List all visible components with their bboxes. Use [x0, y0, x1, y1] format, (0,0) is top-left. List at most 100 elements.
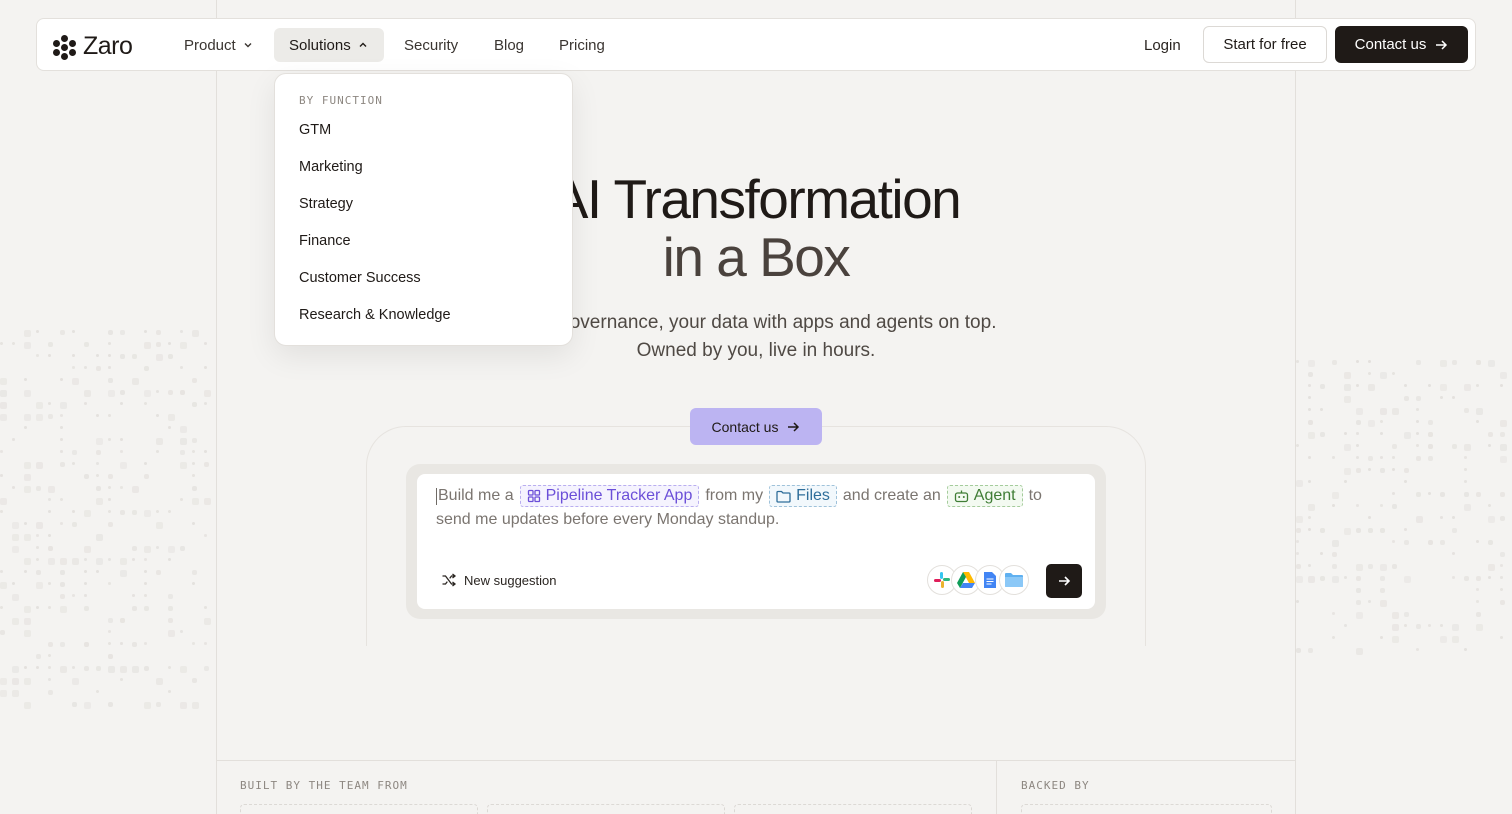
decorative-dot: [120, 462, 127, 469]
decorative-dot: [1404, 528, 1407, 531]
decorative-dot: [60, 498, 63, 501]
decorative-dot: [96, 498, 103, 505]
decorative-dot: [168, 342, 171, 345]
decorative-dot: [1440, 624, 1443, 627]
decorative-dot: [48, 546, 53, 551]
decorative-dot: [1464, 468, 1467, 471]
decorative-dot: [1356, 408, 1363, 415]
decorative-dot: [36, 522, 43, 529]
menu-item-gtm[interactable]: GTM: [299, 122, 331, 138]
nav-product[interactable]: Product: [169, 28, 269, 62]
decorative-dot: [120, 666, 127, 673]
decorative-dot: [180, 450, 185, 455]
decorative-dot: [36, 534, 39, 537]
decorative-dot: [1308, 504, 1315, 511]
decorative-dot: [1500, 552, 1505, 557]
decorative-dot: [192, 702, 199, 709]
menu-item-finance[interactable]: Finance: [299, 233, 351, 249]
decorative-dot: [1404, 612, 1409, 617]
decorative-dot: [168, 354, 173, 359]
decorative-dot: [0, 414, 7, 421]
decorative-dot: [1428, 456, 1433, 461]
decorative-dot: [1344, 396, 1351, 403]
decorative-dot: [1488, 564, 1495, 571]
decorative-dot: [1368, 600, 1371, 603]
decorative-dot: [1404, 432, 1411, 439]
decorative-dot: [168, 606, 173, 611]
decorative-dot: [1488, 516, 1495, 523]
nav-security[interactable]: Security: [389, 28, 473, 62]
decorative-dot: [24, 390, 31, 397]
solutions-dropdown-menu: BY FUNCTION GTM Marketing Strategy Finan…: [274, 73, 573, 346]
send-button[interactable]: [1046, 564, 1082, 598]
nav-solutions[interactable]: Solutions: [274, 28, 384, 62]
decorative-dot: [192, 438, 197, 443]
decorative-dot: [1416, 432, 1419, 435]
decorative-dot: [180, 666, 187, 673]
menu-item-marketing[interactable]: Marketing: [299, 159, 363, 175]
decorative-dot: [144, 546, 151, 553]
nav-pricing[interactable]: Pricing: [544, 28, 620, 62]
decorative-dot: [1296, 576, 1303, 583]
decorative-dot: [1500, 384, 1503, 387]
decorative-dot: [84, 606, 89, 611]
decorative-dot: [12, 522, 19, 529]
decorative-dot: [48, 498, 51, 501]
decorative-dot: [1320, 408, 1323, 411]
decorative-dot: [1296, 540, 1299, 543]
company-logo-slot: [240, 804, 478, 814]
decorative-dot: [0, 606, 3, 609]
decorative-dot: [24, 534, 31, 541]
menu-item-strategy[interactable]: Strategy: [299, 196, 353, 212]
decorative-dot: [108, 498, 111, 501]
decorative-dot: [60, 438, 63, 441]
frame-line-left: [216, 0, 217, 814]
prompt-input[interactable]: Build me a Pipeline Tracker App from my …: [417, 474, 1095, 609]
decorative-dot: [1476, 384, 1479, 387]
menu-item-research-knowledge[interactable]: Research & Knowledge: [299, 307, 451, 323]
nav-contact-button[interactable]: Contact us: [1335, 26, 1468, 63]
decorative-dot: [132, 546, 137, 551]
decorative-dot: [132, 486, 139, 493]
decorative-dot: [168, 618, 173, 623]
decorative-dot: [144, 474, 149, 479]
decorative-dot: [1380, 432, 1383, 435]
decorative-dot: [156, 438, 163, 445]
decorative-dot: [144, 606, 149, 611]
decorative-dot: [1356, 528, 1361, 533]
files-chip[interactable]: Files: [769, 485, 837, 507]
agent-chip[interactable]: Agent: [946, 485, 1023, 507]
decorative-dot: [1416, 360, 1421, 365]
decorative-dot: [1500, 432, 1505, 437]
login-button[interactable]: Login: [1130, 28, 1195, 62]
decorative-dot: [0, 498, 7, 505]
menu-item-customer-success[interactable]: Customer Success: [299, 270, 421, 286]
company-logo-slot: [734, 804, 972, 814]
decorative-dot: [24, 462, 31, 469]
decorative-dot: [1392, 540, 1395, 543]
decorative-dot: [1320, 576, 1325, 581]
decorative-dot: [1464, 384, 1471, 391]
start-for-free-button[interactable]: Start for free: [1203, 26, 1327, 63]
decorative-dot: [156, 330, 161, 335]
decorative-dot: [1380, 372, 1387, 379]
hero-contact-button[interactable]: Contact us: [690, 408, 822, 445]
decorative-dot: [120, 510, 125, 515]
decorative-dot: [1428, 492, 1431, 495]
nav-blog[interactable]: Blog: [479, 28, 539, 62]
decorative-dot: [1404, 480, 1407, 483]
brand-logo[interactable]: Zaro: [53, 32, 133, 61]
decorative-dot: [204, 450, 207, 453]
decorative-dot: [168, 546, 175, 553]
decorative-dot: [1428, 624, 1431, 627]
decorative-dot: [24, 678, 31, 685]
app-chip[interactable]: Pipeline Tracker App: [519, 485, 700, 507]
text-cursor: [436, 487, 437, 505]
decorative-dot: [1464, 444, 1471, 451]
new-suggestion-button[interactable]: New suggestion: [441, 572, 557, 588]
decorative-dot: [1344, 480, 1347, 483]
decorative-dot: [1440, 540, 1445, 545]
decorative-dot: [1368, 468, 1371, 471]
prompt-text-after-agent: to: [1028, 487, 1042, 504]
decorative-dot: [204, 390, 211, 397]
